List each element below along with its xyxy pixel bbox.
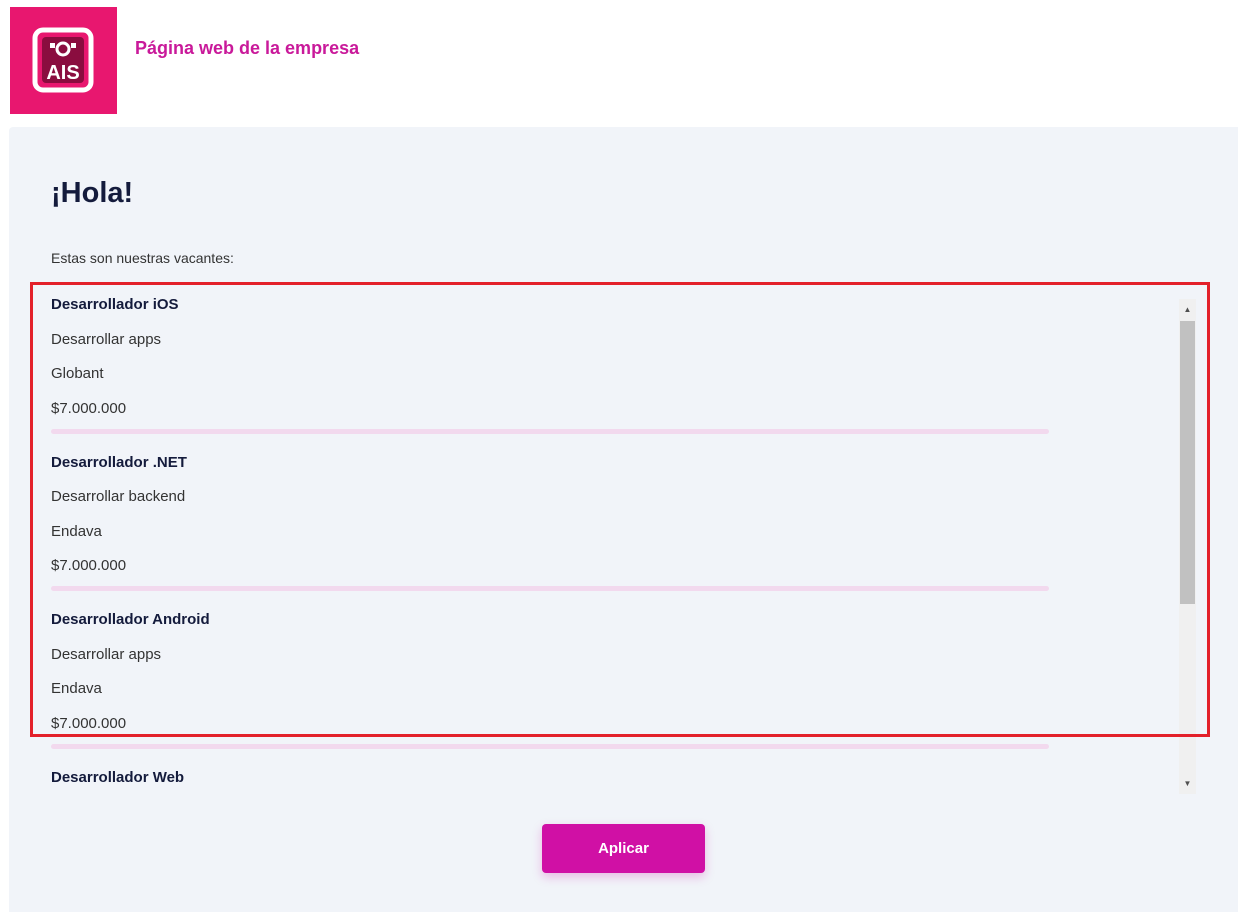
job-item[interactable]: Desarrollador Android Desarrollar apps E… (51, 610, 1166, 749)
job-company: Globant (51, 365, 104, 382)
job-salary: $7.000.000 (51, 557, 127, 574)
job-title: Desarrollador iOS (51, 296, 179, 313)
vacancies-panel: ¡Hola! Estas son nuestras vacantes: Desa… (9, 127, 1238, 912)
ais-logo-icon: AIS (32, 27, 94, 93)
scrollbar-thumb[interactable] (1180, 321, 1195, 604)
apply-button[interactable]: Aplicar (542, 824, 705, 873)
job-salary: $7.000.000 (51, 399, 127, 417)
job-separator (51, 428, 1049, 434)
company-website-link[interactable]: Página web de la empresa (135, 38, 359, 59)
scroll-down-arrow-icon[interactable]: ▼ (1179, 775, 1196, 792)
job-company: Endava (51, 522, 102, 540)
job-description: Desarrollar backend (51, 488, 186, 505)
company-logo: AIS (10, 7, 117, 114)
job-description: Desarrollar apps (51, 645, 162, 663)
job-salary: $7.000.000 (51, 714, 127, 732)
job-separator (51, 743, 1049, 749)
job-item[interactable]: Desarrollador .NET Desarrollar backend E… (51, 453, 1166, 591)
job-item[interactable]: Desarrollador iOS Desarrollar apps Globa… (51, 295, 1166, 434)
scroll-up-arrow-icon[interactable]: ▲ (1179, 301, 1196, 318)
job-title: Desarrollador Web (51, 768, 185, 786)
vacancies-scrollbar[interactable]: ▲ ▼ (1179, 299, 1196, 794)
job-separator (51, 586, 1049, 591)
job-item[interactable]: Desarrollador Web (51, 768, 1166, 788)
job-company: Endava (51, 680, 102, 697)
logo-text: AIS (46, 62, 79, 84)
vacancies-intro: Estas son nuestras vacantes: (51, 250, 234, 266)
job-title: Desarrollador .NET (51, 453, 187, 471)
job-title: Desarrollador Android (51, 611, 210, 628)
vacancies-list[interactable]: Desarrollador iOS Desarrollar apps Globa… (51, 295, 1166, 790)
job-description: Desarrollar apps (51, 330, 162, 348)
greeting-heading: ¡Hola! (51, 177, 134, 209)
